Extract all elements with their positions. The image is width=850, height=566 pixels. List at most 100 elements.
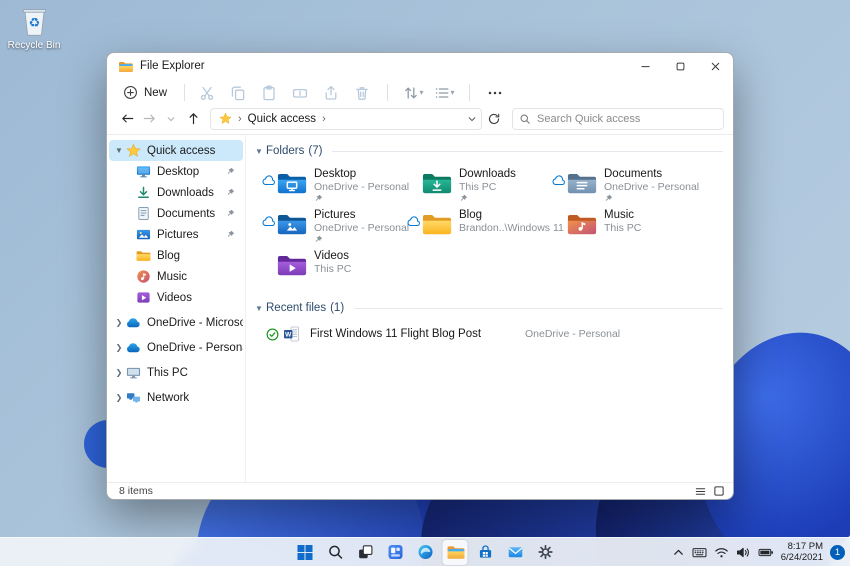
sidebar-item-label: Music [157,270,188,283]
chevron-right-icon[interactable]: ❯ [113,318,125,327]
collapse-chevron-icon: ▼ [255,146,263,156]
new-button[interactable]: New [117,83,176,102]
back-button[interactable] [116,108,138,130]
sidebar-item-network[interactable]: ❯ Network [109,387,243,408]
sidebar-item-videos[interactable]: Videos [109,287,243,308]
notification-badge[interactable]: 1 [830,544,845,560]
breadcrumb-chevron-icon: › [322,112,326,125]
pc-icon [125,365,141,381]
folder-name: Music [604,209,635,221]
minimize-button[interactable] [628,53,663,79]
folder-tile-desktop[interactable]: Desktop OneDrive - Personal [260,168,409,202]
sidebar-item-documents[interactable]: Documents [109,203,243,224]
folder-subtitle: This PC [459,181,497,193]
recycle-bin-label: Recycle Bin [7,40,61,51]
folder-tile-music[interactable]: Music This PC [550,209,695,243]
sidebar-item-desktop[interactable]: Desktop [109,161,243,182]
folders-section-header[interactable]: ▼ Folders (7) [252,141,727,161]
sidebar-item-pictures[interactable]: Pictures [109,224,243,245]
folder-tile-videos[interactable]: Videos This PC [260,250,405,284]
pin-icon [226,209,235,218]
sidebar-item-downloads[interactable]: Downloads [109,182,243,203]
plain-folder-icon [422,212,452,237]
item-count: 8 items [119,485,153,497]
downloads-folder-icon [422,171,452,196]
folder-tile-documents[interactable]: Documents OneDrive - Personal [550,168,699,202]
toolbar-separator [184,84,186,101]
share-button[interactable] [317,82,345,104]
window-title: File Explorer [140,60,205,72]
taskbar-mail-button[interactable] [503,540,528,565]
copy-button[interactable] [224,82,252,104]
titlebar[interactable]: File Explorer [107,53,733,79]
recent-files-section-header[interactable]: ▼ Recent files (1) [252,298,727,318]
plus-circle-icon [123,85,138,100]
folder-tile-text: Pictures OneDrive - Personal [314,209,409,243]
taskbar-edge-button[interactable] [413,540,438,565]
rename-button[interactable] [286,82,314,104]
pictures-folder-icon [277,212,307,237]
paste-button[interactable] [255,82,283,104]
search-box[interactable] [512,107,724,130]
maximize-button[interactable] [663,53,698,79]
address-dropdown-icon[interactable] [467,114,477,124]
folder-tile-downloads[interactable]: Downloads This PC [405,168,550,202]
large-icons-view-button[interactable] [713,485,725,497]
taskbar-search-button[interactable] [323,540,348,565]
up-button[interactable] [182,108,204,130]
search-icon [519,113,531,125]
videos-folder-icon [277,253,307,278]
sidebar-item-music[interactable]: Music [109,266,243,287]
sidebar-item-blog[interactable]: Blog [109,245,243,266]
taskbar-start-button[interactable] [293,540,318,565]
chevron-right-icon[interactable]: ❯ [113,393,125,402]
sidebar-item-onedrive-microsoft[interactable]: ❯ OneDrive - Microsoft [109,312,243,333]
recent-locations-button[interactable] [160,108,182,130]
taskbar-settings-button[interactable] [533,540,558,565]
folder-tile-pictures[interactable]: Pictures OneDrive - Personal [260,209,409,243]
details-view-button[interactable] [695,486,706,497]
sidebar-item-onedrive-personal[interactable]: ❯ OneDrive - Personal [109,337,243,358]
refresh-button[interactable] [482,108,506,130]
battery-icon[interactable] [758,546,774,559]
folders-section-title: Folders [266,145,305,157]
svg-text:♻: ♻ [28,16,40,31]
sidebar-item-label: Network [147,391,190,404]
folder-tile-text: Music This PC [604,209,641,243]
cut-button[interactable] [193,82,221,104]
touch-keyboard-icon[interactable] [692,546,707,559]
pin-icon [226,167,235,176]
folder-tile-blog[interactable]: Blog Brandon..\Windows 11 [405,209,564,243]
sidebar-item-this-pc[interactable]: ❯ This PC [109,362,243,383]
taskbar-file-explorer-button[interactable] [442,539,468,565]
chevron-down-icon[interactable]: ▼ [113,146,125,155]
onedrive-icon [125,315,141,331]
recent-file-row[interactable]: W First Windows 11 Flight Blog Post OneDri… [252,322,727,346]
more-button[interactable] [481,82,509,104]
breadcrumb-item-quick-access[interactable]: Quick access [248,113,316,125]
taskbar-widgets-button[interactable] [383,540,408,565]
close-button[interactable] [698,53,733,79]
recycle-bin-shortcut[interactable]: ♻ Recycle Bin [6,6,62,51]
toolbar-separator [469,84,471,101]
search-input[interactable] [537,112,717,125]
taskbar-store-button[interactable] [473,540,498,565]
sidebar-item-label: OneDrive - Personal [147,341,243,354]
clock[interactable]: 8:17 PM 6/24/2021 [781,541,823,563]
forward-button[interactable] [138,108,160,130]
folder-tile-text: Downloads This PC [459,168,516,202]
sort-button[interactable]: ▾ [399,82,427,104]
breadcrumb[interactable]: › Quick access › [210,107,482,130]
wifi-icon[interactable] [714,546,729,559]
view-button[interactable]: ▾ [430,82,458,104]
taskbar-task-view-button[interactable] [353,540,378,565]
hidden-icons-chevron-icon[interactable] [672,546,685,559]
chevron-right-icon[interactable]: ❯ [113,343,125,352]
volume-icon[interactable] [736,546,751,559]
desktop-folder-icon [277,171,307,196]
breadcrumb-chevron-icon: › [238,112,242,125]
chevron-right-icon[interactable]: ❯ [113,368,125,377]
sidebar-item-quick-access[interactable]: ▼ Quick access [109,140,243,161]
pin-icon [226,230,235,239]
delete-button[interactable] [348,82,376,104]
